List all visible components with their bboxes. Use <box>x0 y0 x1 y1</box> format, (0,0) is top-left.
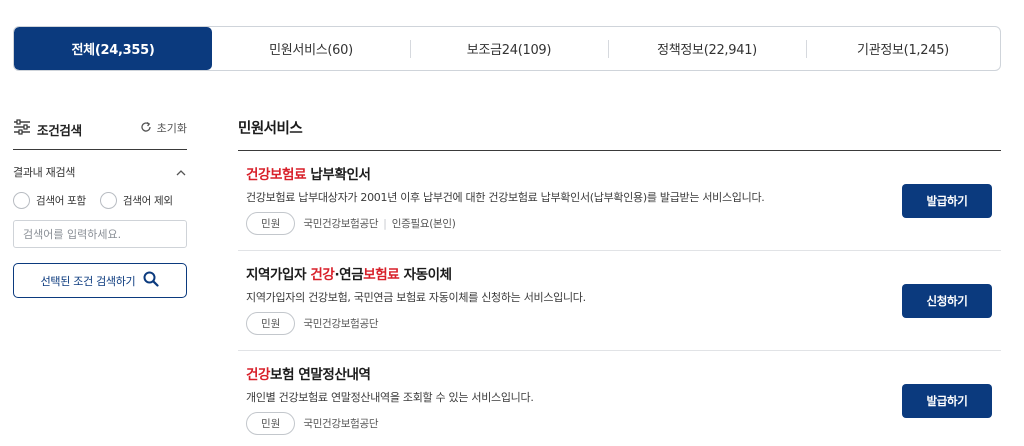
refine-options: 검색어 포함 검색어 제외 <box>13 192 173 209</box>
filter-sliders-icon <box>13 119 31 139</box>
search-icon <box>143 271 159 291</box>
issue-button[interactable]: 발급하기 <box>902 184 992 218</box>
item-org: 국민건강보험공단 <box>303 218 379 230</box>
refine-search-input[interactable] <box>13 220 187 248</box>
tab-civil-service[interactable]: 민원서비스(60) <box>212 27 410 70</box>
title-text: ·연금 <box>334 267 364 283</box>
item-org: 국민건강보험공단 <box>303 418 379 430</box>
filter-title: 조건검색 <box>37 122 82 138</box>
refine-search-header: 결과내 재검색 <box>13 162 187 181</box>
tab-policy-info[interactable]: 정책정보(22,941) <box>608 27 806 70</box>
refine-search-label: 결과내 재검색 <box>13 165 76 179</box>
title-highlight: 보험료 <box>363 267 400 283</box>
radio-circle[interactable] <box>99 192 117 209</box>
list-item: 건강보험료 납부확인서 건강보험료 납부대상자가 2001년 이후 납부건에 대… <box>238 151 1001 251</box>
item-meta: 민원 국민건강보험공단 <box>246 412 379 435</box>
issue-button[interactable]: 발급하기 <box>902 384 992 418</box>
category-badge: 민원 <box>246 312 296 335</box>
title-text: 지역가입자 <box>246 267 311 283</box>
item-description: 지역가입자의 건강보험, 국민연금 보험료 자동이체를 신청하는 서비스입니다. <box>246 291 586 304</box>
item-meta: 민원 국민건강보험공단 <box>246 312 379 335</box>
meta-separator: | <box>383 217 387 230</box>
item-org: 국민건강보험공단 <box>303 318 379 330</box>
item-title[interactable]: 건강보험 연말정산내역 <box>246 363 371 383</box>
tab-subsidy24[interactable]: 보조금24(109) <box>410 27 608 70</box>
category-badge: 민원 <box>246 412 296 435</box>
title-text: 보험 연말정산내역 <box>270 367 371 383</box>
exclude-label: 검색어 제외 <box>122 195 173 207</box>
radio-circle[interactable] <box>13 192 30 209</box>
item-description: 개인별 건강보험료 연말정산내역을 조회할 수 있는 서비스입니다. <box>246 391 534 404</box>
title-text: 자동이체 <box>399 267 452 283</box>
category-tabs: 전체(24,355) 민원서비스(60) 보조금24(109) 정책정보(22,… <box>13 26 1001 71</box>
include-radio[interactable]: 검색어 포함 <box>13 192 86 209</box>
title-highlight: 건강 <box>246 367 271 383</box>
condition-search-button[interactable]: 선택된 조건 검색하기 <box>13 263 187 298</box>
filter-header: 조건검색 초기화 <box>13 118 187 140</box>
refresh-icon <box>140 121 152 136</box>
tab-all[interactable]: 전체(24,355) <box>14 27 212 70</box>
apply-button[interactable]: 신청하기 <box>902 284 992 318</box>
title-highlight: 건강 <box>310 267 335 283</box>
chevron-up-icon[interactable] <box>175 162 187 181</box>
reset-button[interactable]: 초기화 <box>140 120 187 136</box>
filter-divider <box>13 149 187 150</box>
reset-label: 초기화 <box>156 122 187 135</box>
exclude-radio[interactable]: 검색어 제외 <box>99 192 173 209</box>
list-item: 지역가입자 건강·연금보험료 자동이체 지역가입자의 건강보험, 국민연금 보험… <box>238 251 1001 351</box>
item-meta: 민원 국민건강보험공단 | 인증필요(본인) <box>246 212 456 235</box>
condition-search-label: 선택된 조건 검색하기 <box>40 274 136 288</box>
item-title[interactable]: 지역가입자 건강·연금보험료 자동이체 <box>246 263 452 283</box>
list-item: 건강보험 연말정산내역 개인별 건강보험료 연말정산내역을 조회할 수 있는 서… <box>238 351 1001 446</box>
category-badge: 민원 <box>246 212 296 235</box>
item-title[interactable]: 건강보험료 납부확인서 <box>246 163 371 183</box>
title-text: 납부확인서 <box>306 167 371 183</box>
title-highlight: 건강보험료 <box>246 167 307 183</box>
include-label: 검색어 포함 <box>36 195 86 207</box>
item-description: 건강보험료 납부대상자가 2001년 이후 납부건에 대한 건강보험료 납부확인… <box>246 191 765 204</box>
section-title: 민원서비스 <box>238 121 303 137</box>
tab-agency-info[interactable]: 기관정보(1,245) <box>806 27 1000 70</box>
auth-requirement: 인증필요(본인) <box>391 218 456 230</box>
